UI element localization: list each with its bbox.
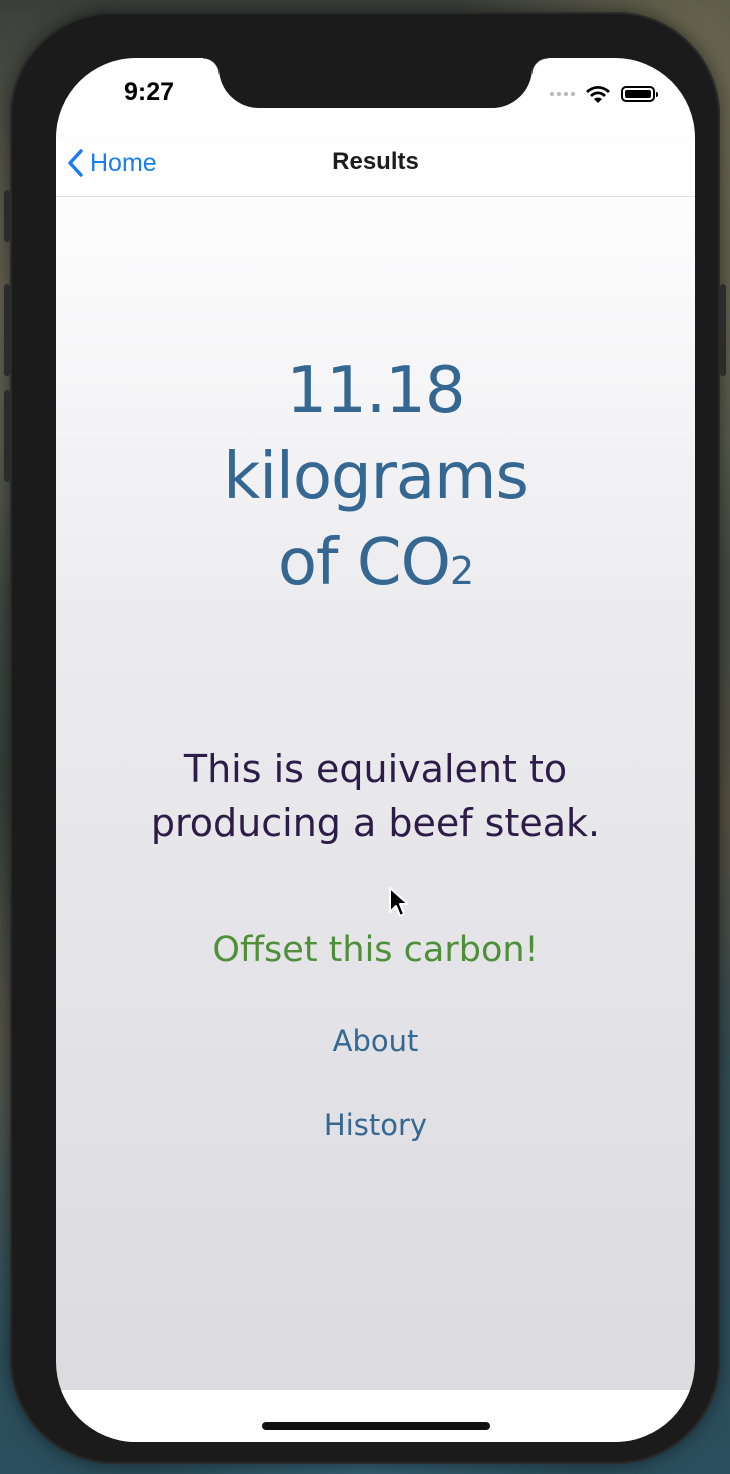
page-title: Results: [332, 148, 419, 175]
co2-result: 11.18 kilograms of CO2: [56, 348, 695, 614]
navigation-bar: Home Results: [56, 142, 695, 197]
co2-of-line: of CO2: [56, 520, 695, 614]
status-time: 9:27: [123, 78, 175, 106]
co2-of-prefix: of CO: [277, 526, 451, 600]
co2-amount: 11.18: [286, 354, 465, 428]
volume-up-button: [4, 284, 10, 376]
app-screen: 9:27 Home Results 11.18 kilograms of CO2…: [56, 58, 695, 1442]
co2-unit: kilograms: [223, 440, 529, 514]
history-button[interactable]: History: [56, 1108, 695, 1142]
home-bar-area: [56, 1390, 695, 1442]
home-indicator[interactable]: [262, 1422, 490, 1430]
cellular-signal-icon: [550, 92, 575, 96]
power-button: [720, 284, 726, 376]
mouse-pointer-icon: [389, 887, 409, 917]
volume-down-button: [4, 390, 10, 482]
battery-icon: [621, 86, 658, 102]
equivalent-text: This is equivalent to producing a beef s…: [96, 742, 655, 850]
co2-subscript: 2: [449, 549, 474, 593]
offset-carbon-button[interactable]: Offset this carbon!: [56, 930, 695, 970]
wifi-icon: [586, 86, 610, 103]
status-icons: [550, 84, 658, 104]
notch: [203, 58, 548, 108]
iphone-frame: 9:27 Home Results 11.18 kilograms of CO2…: [4, 12, 726, 1464]
mute-switch: [4, 190, 10, 242]
equivalent-line-1: This is equivalent to: [183, 747, 568, 791]
equivalent-line-2: producing a beef steak.: [150, 801, 601, 845]
about-button[interactable]: About: [56, 1024, 695, 1058]
